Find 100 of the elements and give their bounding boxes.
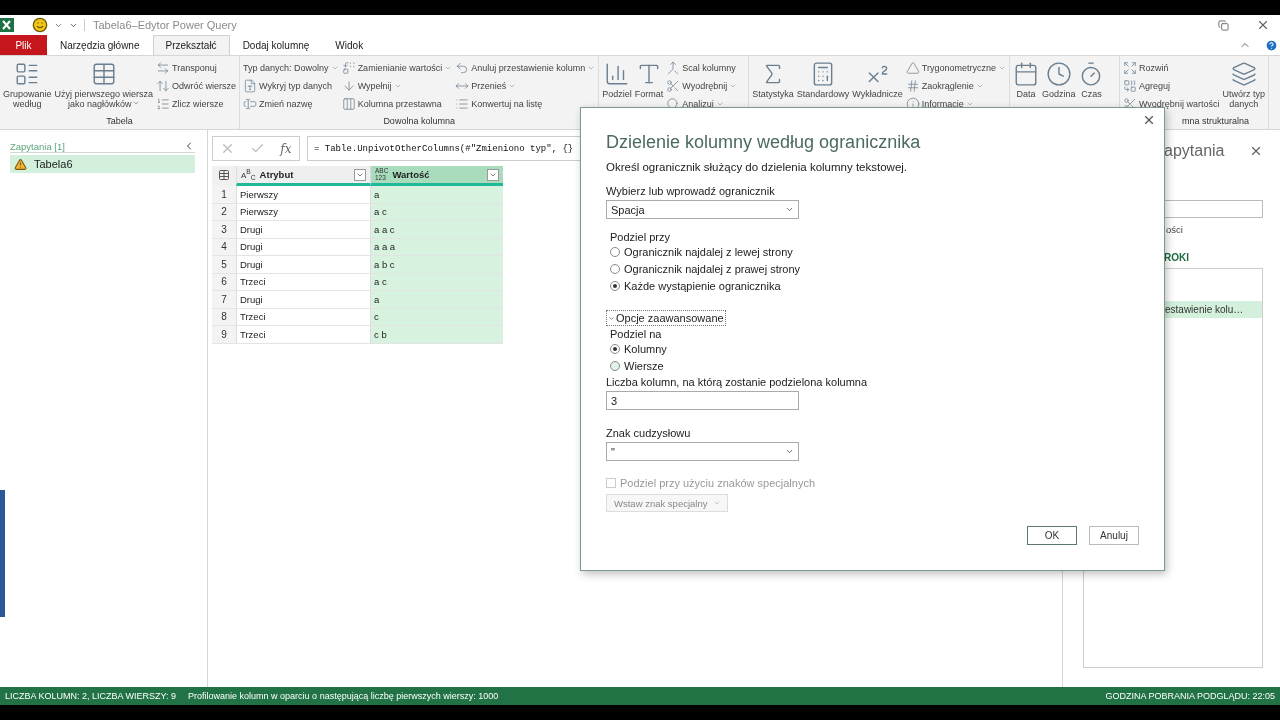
close-button[interactable]	[1142, 113, 1156, 127]
dialog-subtitle: Określ ogranicznik służący do dzielenia kolumny tekstowej.	[606, 161, 909, 173]
table-cell: c b	[370, 326, 503, 344]
radio-button[interactable]	[610, 343, 620, 354]
ribbon-button[interactable]: Format	[633, 59, 665, 129]
table-cell: Trzeci	[236, 326, 370, 344]
query-item[interactable]: Tabela6	[10, 155, 195, 173]
rename-icon	[243, 96, 258, 111]
combine-icon	[1122, 78, 1137, 93]
ribbon-button[interactable]: Podziel	[601, 59, 633, 129]
steps-heading: ROKI	[1163, 252, 1190, 263]
ribbon-button[interactable]: Data	[1011, 59, 1040, 129]
row-number: 5	[212, 256, 236, 274]
ok-button[interactable]: OK	[1027, 526, 1077, 545]
filter-button[interactable]	[354, 168, 366, 181]
advanced-options-toggle[interactable]: Opcje zaawansowane	[606, 310, 726, 326]
radio-button[interactable]	[610, 246, 620, 257]
radio-option[interactable]: Ogranicznik najdalej z lewej strony	[606, 243, 1139, 260]
ribbon-button[interactable]: Transponuj	[155, 59, 238, 76]
scissors-icon	[666, 78, 681, 93]
table-cell: Drugi	[236, 291, 370, 309]
columns-chart-icon	[604, 61, 630, 87]
ribbon-button[interactable]: Standardowy	[795, 59, 851, 129]
function-button[interactable]: fx	[280, 141, 292, 156]
radio-option[interactable]: Każde wystąpienie ogranicznika	[606, 277, 1139, 294]
ribbon-button[interactable]: Zmień nazwę	[242, 95, 340, 112]
table-cell: a	[370, 291, 503, 309]
status-text: Profilowanie kolumn w oparciu o następującą liczbę pierwszych wierszy: 1000	[188, 691, 499, 701]
ribbon-button[interactable]: Konwertuj na listę	[454, 95, 597, 112]
ribbon-button[interactable]: Wyodrębnij	[665, 77, 739, 94]
ribbon-button[interactable]: Zlicz wiersze	[155, 95, 238, 112]
table-cell: a a c	[370, 221, 503, 239]
radio-button[interactable]	[610, 263, 620, 274]
ribbon-button[interactable]: Czas	[1077, 59, 1106, 129]
hash-icon	[905, 78, 920, 93]
ribbon-button[interactable]: Informacje	[904, 95, 1007, 112]
pane-title: apytania	[1164, 142, 1225, 160]
column-count-field[interactable]: 3	[606, 391, 799, 410]
caret-icon	[785, 447, 794, 456]
window-title: Tabela6–Edytor Power Query	[84, 19, 237, 31]
ribbon-button[interactable]: Godzina	[1040, 59, 1077, 129]
ribbon-button[interactable]: Trygonometryczne	[904, 59, 1007, 76]
list-icon	[455, 96, 470, 111]
dialog-title: Dzielenie kolumny według ogranicznika	[606, 132, 922, 153]
table-cell: Pierwszy	[236, 186, 370, 204]
ribbon-tab[interactable]: Przekształć	[152, 35, 230, 55]
smiley-icon[interactable]	[32, 17, 48, 33]
cancel-button[interactable]: Anuluj	[1089, 526, 1139, 545]
numbered-list-icon	[156, 96, 171, 111]
ribbon-button[interactable]: Wypełnij	[340, 77, 454, 94]
ribbon-button[interactable]: Anuluj przestawienie kolumn	[454, 59, 597, 76]
ribbon-button[interactable]: Utwórz typ danych	[1221, 59, 1266, 116]
ribbon-button[interactable]: Wykładnicze	[851, 59, 904, 129]
ribbon-button[interactable]: Agreguj	[1121, 77, 1221, 94]
caret-icon	[608, 314, 615, 322]
ribbon-button[interactable]: Przenieś	[454, 77, 597, 94]
field-label: Znak cudzysłowu	[606, 427, 692, 439]
file-tab[interactable]: Plik	[0, 35, 47, 55]
status-text: LICZBA KOLUMN: 2, LICZBA WIERSZY: 9	[5, 691, 177, 701]
radio-option[interactable]: Ogranicznik najdalej z prawej strony	[606, 260, 1139, 277]
table-menu-button[interactable]	[212, 166, 236, 186]
table-cell: a b c	[370, 256, 503, 274]
column-header[interactable]: A$^{B}$$_{C}$ Atrybut	[236, 166, 370, 186]
close-button[interactable]	[1249, 144, 1263, 158]
ribbon-button[interactable]: Odwróć wiersze	[155, 77, 238, 94]
delimiter-select[interactable]: Spacja	[606, 200, 799, 219]
close-icon	[1256, 18, 1270, 32]
group-label: Tabela	[106, 116, 133, 126]
ribbon-button[interactable]: Statystyka	[751, 59, 795, 129]
status-text: GODZINA POBRANIA PODGLĄDU: 22:05	[1105, 691, 1275, 701]
radio-option[interactable]: Wiersze	[606, 357, 1139, 374]
close-icon	[1249, 144, 1263, 158]
layers-icon	[1230, 61, 1257, 87]
undo-icon	[455, 60, 470, 75]
radio-button[interactable]	[610, 280, 620, 291]
ribbon-button[interactable]: Zamienianie wartości	[340, 59, 454, 76]
ribbon-button[interactable]: Scal kolumny	[665, 59, 739, 76]
ribbon-button[interactable]: Grupowanie według	[2, 59, 53, 116]
replace-icon	[341, 60, 356, 75]
radio-button[interactable]	[610, 360, 620, 371]
ribbon-button[interactable]: Analizuj	[665, 95, 739, 112]
triangle-icon	[905, 60, 920, 75]
table-cell: Drugi	[236, 256, 370, 274]
radio-option[interactable]: Kolumny	[606, 340, 1139, 357]
field-label: Liczba kolumn, na którą zostanie podzielona kolumna	[606, 376, 869, 388]
ribbon-button[interactable]: Kolumna przestawna	[340, 95, 454, 112]
ribbon-button[interactable]: Użyj pierwszego wiersza jako nagłówków	[53, 59, 155, 116]
caret-icon	[785, 205, 794, 214]
expand-icon	[1122, 60, 1137, 75]
ribbon-button[interactable]: Zaokrąglenie	[904, 77, 1007, 94]
field-label: Podziel na	[609, 328, 663, 340]
field-label: Wybierz lub wprowadź ogranicznik	[606, 185, 776, 197]
ribbon-button[interactable]: Rozwiń	[1121, 59, 1221, 76]
ribbon-button[interactable]: Wykryj typ danych	[242, 77, 340, 94]
filter-button[interactable]	[487, 168, 499, 181]
file-type-icon	[243, 78, 258, 93]
ribbon-button[interactable]: Wyodrębnij wartości	[1121, 95, 1221, 112]
help-button[interactable]	[1265, 39, 1278, 52]
ribbon-button[interactable]: Typ danych: Dowolny	[242, 59, 340, 76]
quote-select[interactable]: "	[606, 442, 799, 461]
